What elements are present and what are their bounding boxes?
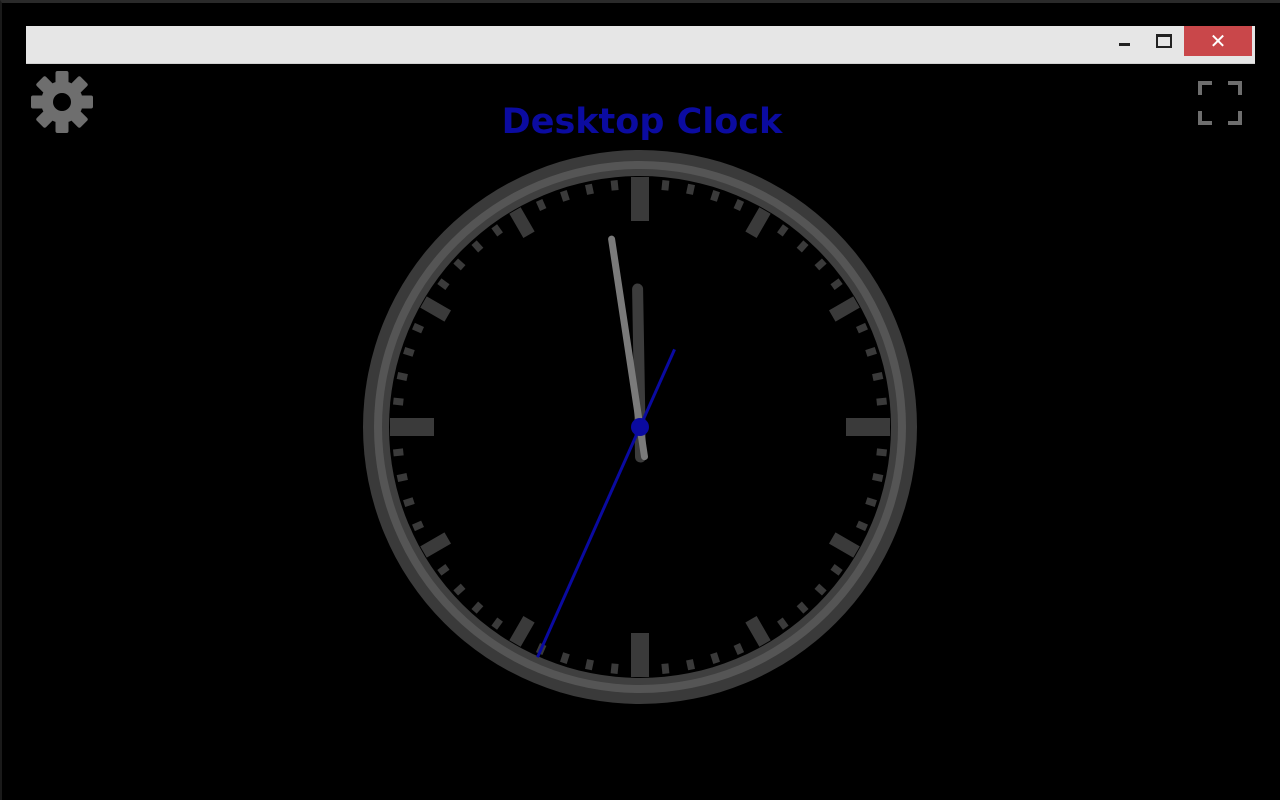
minimize-button[interactable] <box>1109 26 1139 56</box>
maximize-icon <box>1156 34 1172 48</box>
desktop-clock-window: ✕ Desktop Clock <box>0 0 1280 800</box>
minimize-icon <box>1118 42 1130 46</box>
minute-tick <box>392 448 404 457</box>
hour-tick <box>846 418 890 436</box>
center-pin <box>631 418 649 436</box>
hour-tick <box>631 633 649 677</box>
minute-tick <box>661 179 670 191</box>
minute-tick <box>610 179 619 191</box>
analog-clock <box>363 150 917 704</box>
minute-tick <box>876 448 888 457</box>
hour-tick <box>631 177 649 221</box>
close-icon: ✕ <box>1209 30 1227 53</box>
minute-tick <box>661 663 670 675</box>
hour-tick <box>390 418 434 436</box>
title-bar[interactable]: ✕ <box>26 26 1255 64</box>
minute-tick <box>876 397 888 406</box>
minute-tick <box>610 663 619 675</box>
maximize-button[interactable] <box>1149 26 1179 56</box>
close-button[interactable]: ✕ <box>1184 26 1252 56</box>
app-title: Desktop Clock <box>501 102 783 142</box>
minute-tick <box>392 397 404 406</box>
